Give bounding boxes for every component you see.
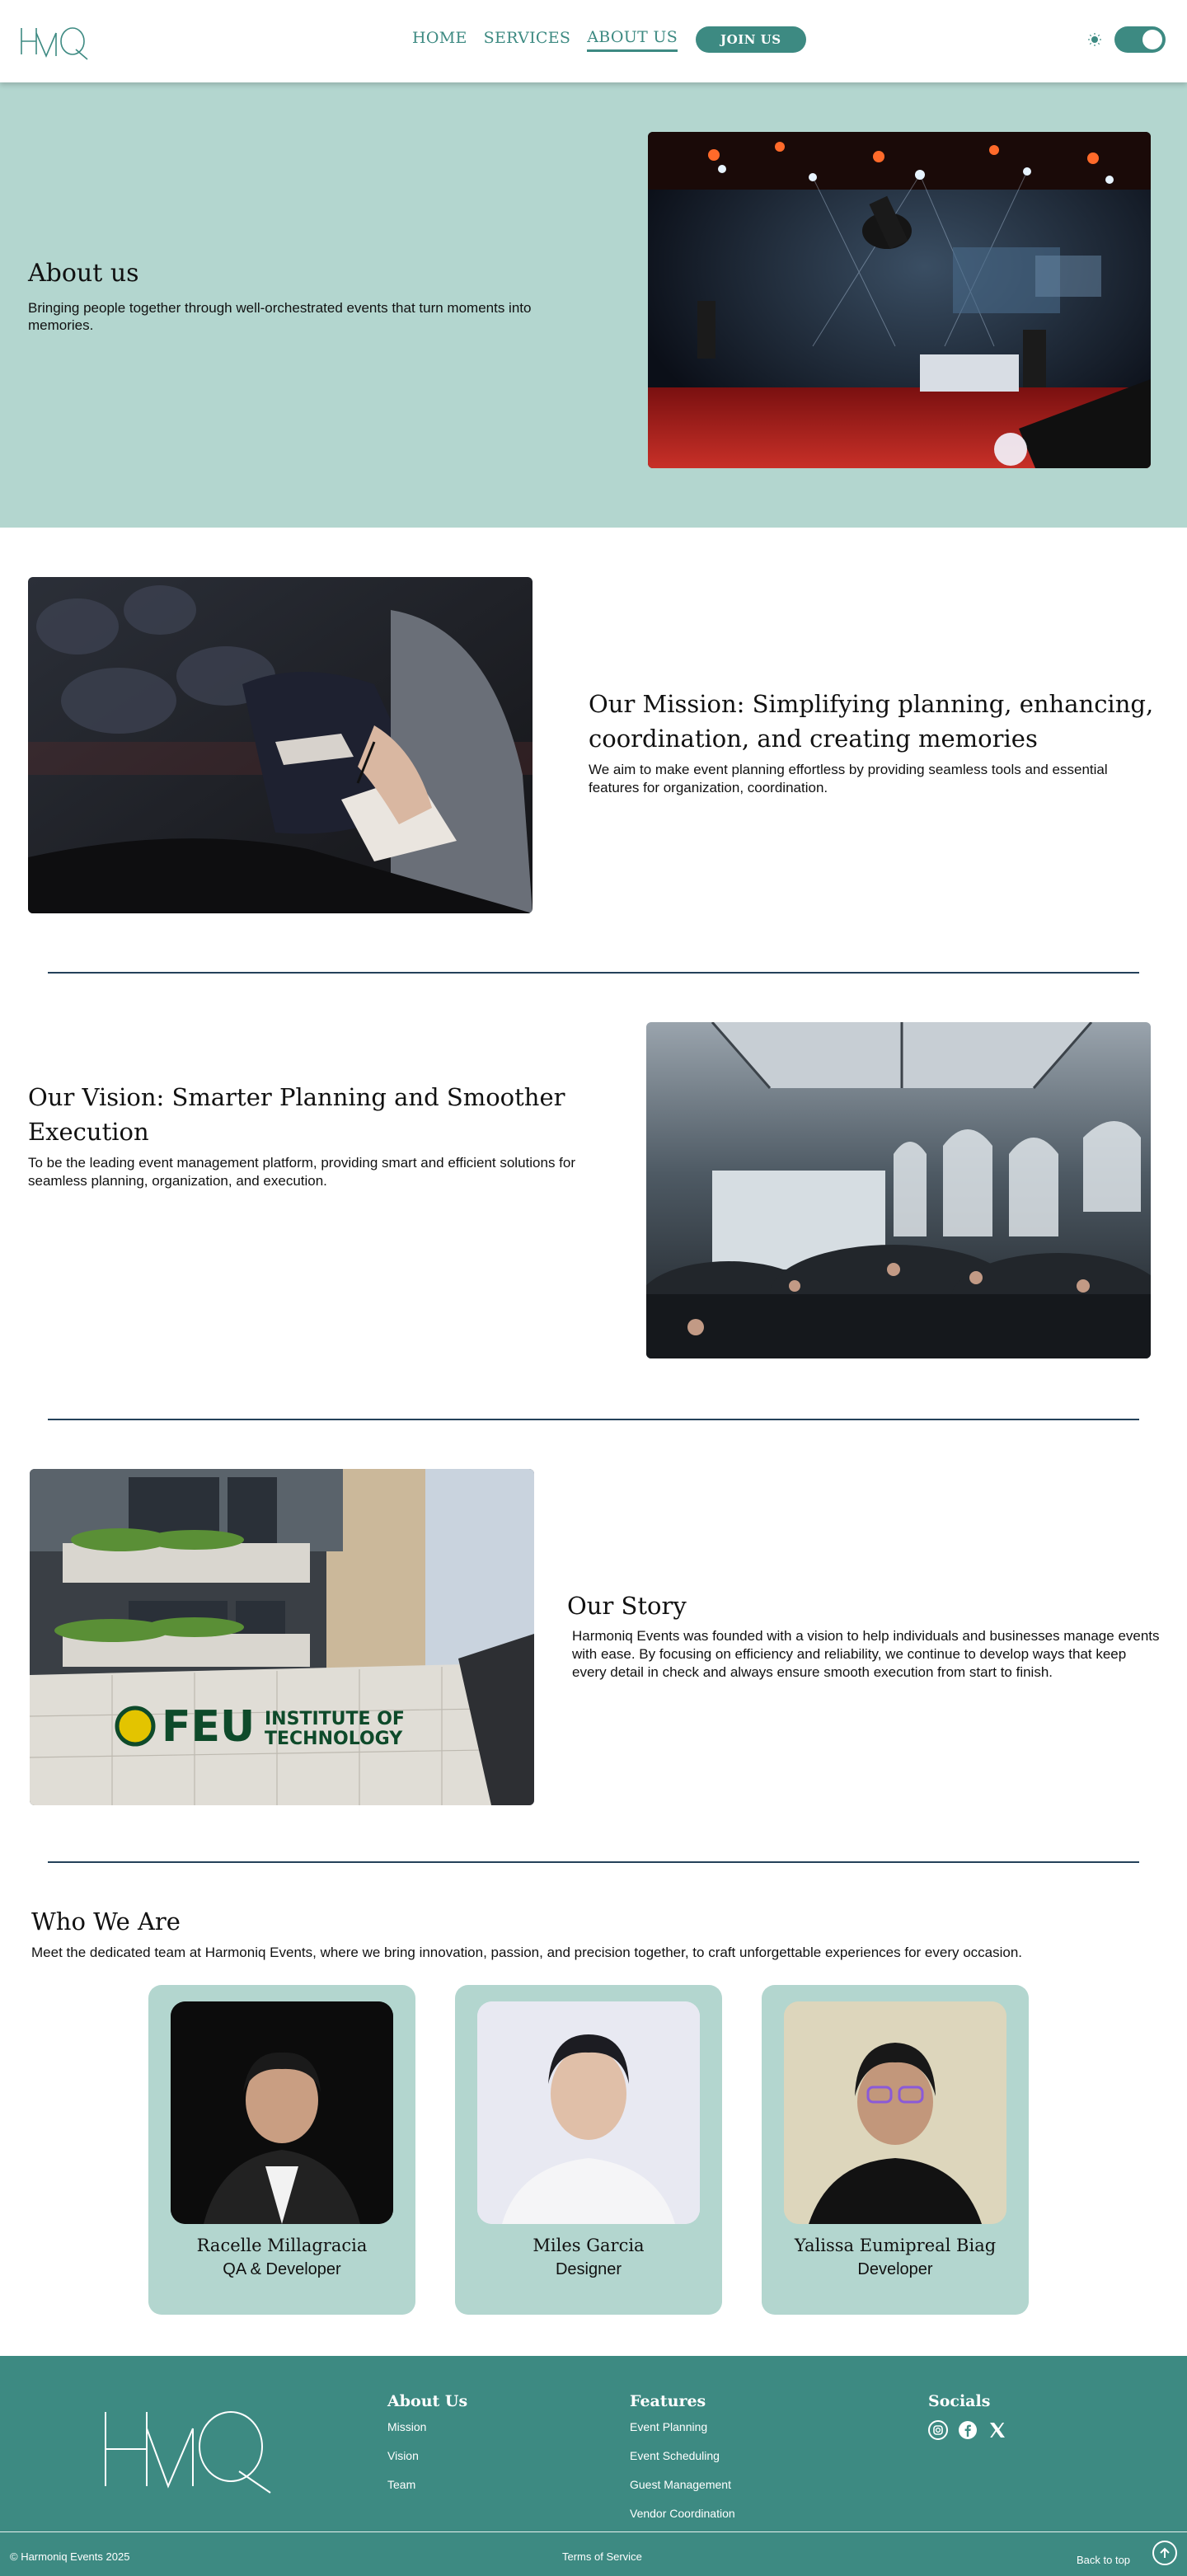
team-card: Yalissa Eumipreal Biag Developer: [762, 1985, 1029, 2315]
footer-about-title: About Us: [387, 2392, 468, 2410]
section-divider: [48, 1861, 1139, 1863]
mission-title: Our Mission: Simplifying planning, enhan…: [589, 690, 1154, 753]
sign-technology: TECHNOLOGY: [265, 1729, 403, 1749]
footer-divider: [0, 2531, 1187, 2532]
event-hall-image: [646, 1022, 1151, 1358]
footer-link-event-scheduling[interactable]: Event Scheduling: [630, 2449, 735, 2462]
footer-link-event-planning[interactable]: Event Planning: [630, 2420, 735, 2433]
site-footer: About Us Mission Vision Team Features Ev…: [0, 2356, 1187, 2576]
team-subtitle: Meet the dedicated team at Harmoniq Even…: [31, 1945, 1023, 1960]
sign-feu: FEU: [162, 1702, 255, 1752]
facebook-icon[interactable]: [958, 2420, 978, 2440]
concert-image: [648, 132, 1151, 468]
nav-home[interactable]: HOME: [412, 29, 467, 50]
member-name: Miles Garcia: [533, 2236, 645, 2255]
vision-title: Our Vision: Smarter Planning and Smoothe…: [28, 1083, 565, 1146]
harmoniq-logo[interactable]: [18, 21, 89, 61]
member-photo: [171, 2001, 393, 2224]
member-name: Racelle Millagracia: [196, 2236, 368, 2255]
team-title: Who We Are: [31, 1907, 181, 1936]
footer-copyright: © Harmoniq Events 2025: [10, 2550, 130, 2563]
main-nav: HOME SERVICES ABOUT US JOIN US: [412, 26, 806, 53]
arrow-up-icon: [1160, 2547, 1170, 2558]
sun-icon: [1088, 33, 1101, 46]
mission-section: Our Mission: Simplifying planning, enhan…: [0, 528, 1187, 974]
terms-of-service-link[interactable]: Terms of Service: [562, 2550, 642, 2563]
site-header: HOME SERVICES ABOUT US JOIN US: [0, 0, 1187, 82]
member-photo: [784, 2001, 1006, 2224]
about-text-block: About us Bringing people together throug…: [28, 259, 580, 334]
footer-link-vendor-coordination[interactable]: Vendor Coordination: [630, 2507, 735, 2520]
team-header: Who We Are Meet the dedicated team at Ha…: [31, 1906, 1169, 1962]
member-role: Developer: [857, 2260, 933, 2278]
toggle-knob: [1142, 30, 1162, 49]
nav-about-us[interactable]: ABOUT US: [587, 28, 678, 52]
member-role: Designer: [555, 2260, 622, 2278]
story-description: Harmoniq Events was founded with a visio…: [572, 1628, 1160, 1680]
team-card: Racelle Millagracia QA & Developer: [148, 1985, 415, 2315]
footer-socials-column: Socials: [928, 2392, 1007, 2440]
vision-text-block: Our Vision: Smarter Planning and Smoothe…: [28, 1080, 605, 1190]
footer-link-guest-management[interactable]: Guest Management: [630, 2478, 735, 2491]
team-card: Miles Garcia Designer: [455, 1985, 722, 2315]
conference-notes-image: [28, 577, 533, 913]
mission-text-block: Our Mission: Simplifying planning, enhan…: [589, 687, 1157, 797]
theme-switcher: [1088, 26, 1166, 53]
footer-link-vision[interactable]: Vision: [387, 2449, 467, 2462]
story-title: Our Story: [567, 1592, 687, 1620]
story-text-block: Our Story Harmoniq Events was founded wi…: [567, 1589, 1161, 1682]
footer-link-team[interactable]: Team: [387, 2478, 467, 2491]
theme-toggle[interactable]: [1114, 26, 1166, 53]
vision-description: To be the leading event management platf…: [28, 1155, 576, 1189]
social-icons: [928, 2420, 1007, 2440]
footer-socials-title: Socials: [928, 2392, 991, 2410]
nav-services[interactable]: SERVICES: [484, 29, 571, 50]
footer-link-mission[interactable]: Mission: [387, 2420, 467, 2433]
member-role: QA & Developer: [223, 2260, 341, 2278]
member-name: Yalissa Eumipreal Biag: [794, 2236, 997, 2255]
back-to-top-button[interactable]: [1152, 2541, 1177, 2565]
back-to-top-link[interactable]: Back to top: [1077, 2554, 1130, 2566]
member-photo: [477, 2001, 700, 2224]
about-hero-section: About us Bringing people together throug…: [0, 82, 1187, 528]
footer-features-title: Features: [630, 2392, 706, 2410]
instagram-icon[interactable]: [928, 2420, 948, 2440]
mission-description: We aim to make event planning effortless…: [589, 762, 1108, 795]
story-section: FEU INSTITUTE OF TECHNOLOGY Our Story Ha…: [0, 1419, 1187, 1863]
feu-building-image: FEU INSTITUTE OF TECHNOLOGY: [30, 1469, 534, 1805]
vision-section: Our Vision: Smarter Planning and Smoothe…: [0, 973, 1187, 1420]
footer-about-column: About Us Mission Vision Team: [387, 2392, 467, 2507]
footer-logo[interactable]: [101, 2404, 274, 2494]
about-title: About us: [28, 259, 139, 288]
x-icon[interactable]: [988, 2420, 1007, 2440]
footer-features-column: Features Event Planning Event Scheduling…: [630, 2392, 735, 2536]
sign-institute: INSTITUTE OF: [265, 1709, 405, 1729]
join-us-button[interactable]: JOIN US: [696, 26, 806, 53]
about-description: Bringing people together through well-or…: [28, 300, 532, 333]
